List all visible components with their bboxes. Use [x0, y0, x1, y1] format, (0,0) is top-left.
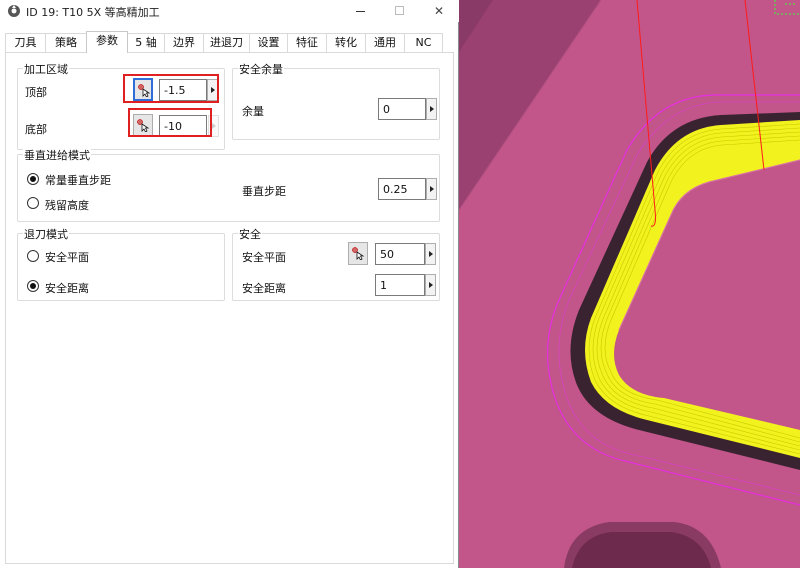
pick-cursor-icon [352, 247, 365, 260]
radio-safe-distance[interactable] [27, 280, 39, 292]
safe-distance-label: 安全距离 [242, 282, 286, 295]
tab-strategy[interactable]: 策略 [45, 33, 87, 53]
tab-bar: 刀具 策略 参数 5 轴 边界 进退刀 设置 特征 转化 通用 NC [5, 31, 454, 53]
tab-label: 特征 [296, 36, 318, 49]
tab-label: NC [415, 36, 432, 49]
tab-label: 设置 [257, 36, 280, 49]
safe-plane-pick-button[interactable] [348, 242, 368, 265]
machining-area-legend: 加工区域 [23, 61, 69, 77]
vertical-feed-legend: 垂直进给模式 [23, 147, 91, 163]
retract-mode-group: 退刀模式 安全平面 安全距离 [17, 226, 225, 301]
app-icon [8, 5, 20, 17]
retract-mode-legend: 退刀模式 [23, 226, 69, 242]
safe-plane-spin-button[interactable] [425, 243, 436, 265]
bottom-label: 底部 [25, 123, 47, 136]
tab-general[interactable]: 通用 [365, 33, 405, 53]
maximize-button[interactable] [385, 0, 415, 22]
operation-dialog: ID 19: T10 5X 等高精加工 ✕ 刀具 策略 参数 5 轴 边界 进退… [0, 0, 459, 568]
tab-label: 参数 [96, 34, 118, 47]
tab-lead-in-out[interactable]: 进退刀 [203, 33, 250, 53]
safe-distance-input[interactable] [376, 275, 424, 295]
vertical-step-input[interactable] [379, 179, 425, 199]
allowance-input[interactable] [379, 99, 425, 119]
tab-label: 刀具 [14, 36, 37, 49]
minimize-button[interactable] [346, 0, 376, 22]
allowance-label: 余量 [242, 105, 264, 118]
radio-safe-plane[interactable] [27, 250, 39, 262]
vertical-step-label: 垂直步距 [242, 185, 286, 198]
tab-label: 通用 [374, 36, 396, 49]
tab-boundary[interactable]: 边界 [164, 33, 204, 53]
safe-plane-input[interactable] [376, 244, 424, 264]
radio-constant-step[interactable] [27, 173, 39, 185]
tab-label: 5 轴 [135, 36, 157, 49]
close-icon: ✕ [433, 4, 445, 18]
vertical-step-spin-button[interactable] [426, 178, 437, 200]
safety-group: 安全 安全平面 安全距离 [232, 226, 440, 301]
tab-parameters[interactable]: 参数 [86, 31, 128, 53]
tab-5-axis[interactable]: 5 轴 [127, 33, 165, 53]
radio-scallop-height[interactable] [27, 197, 39, 209]
safe-distance-spin-button[interactable] [425, 274, 436, 296]
constant-step-label: 常量垂直步距 [45, 174, 111, 187]
highlight-box-bottom [128, 108, 212, 137]
3d-viewport[interactable] [458, 0, 800, 568]
safety-legend: 安全 [238, 226, 262, 242]
allowance-field[interactable] [378, 98, 426, 120]
tab-label: 策略 [55, 36, 77, 49]
highlight-box-top [123, 74, 219, 103]
window-title: ID 19: T10 5X 等高精加工 [26, 6, 160, 19]
safe-distance-field[interactable] [375, 274, 425, 296]
tab-settings[interactable]: 设置 [249, 33, 288, 53]
allowance-spin-button[interactable] [426, 98, 437, 120]
tab-nc[interactable]: NC [404, 33, 443, 53]
title-bar[interactable]: ID 19: T10 5X 等高精加工 ✕ [0, 0, 459, 22]
retract-safe-plane-label: 安全平面 [45, 251, 89, 264]
toolpath-render [458, 0, 800, 568]
tab-label: 转化 [335, 36, 357, 49]
minimize-icon [356, 11, 365, 12]
tab-label: 边界 [173, 36, 195, 49]
close-button[interactable]: ✕ [424, 0, 454, 22]
safe-plane-field[interactable] [375, 243, 425, 265]
scallop-height-label: 残留高度 [45, 199, 89, 212]
tab-features[interactable]: 特征 [287, 33, 327, 53]
vertical-feed-group: 垂直进给模式 常量垂直步距 残留高度 垂直步距 [17, 147, 440, 222]
safe-plane-label: 安全平面 [242, 251, 286, 264]
maximize-icon [395, 6, 404, 15]
top-label: 顶部 [25, 86, 47, 99]
tab-transform[interactable]: 转化 [326, 33, 366, 53]
parameters-panel: 加工区域 顶部 底部 [5, 52, 454, 564]
vertical-step-field[interactable] [378, 178, 426, 200]
safety-allowance-legend: 安全余量 [238, 61, 284, 77]
retract-safe-distance-label: 安全距离 [45, 282, 89, 295]
tab-tool[interactable]: 刀具 [5, 33, 46, 53]
tab-label: 进退刀 [210, 36, 243, 49]
safety-allowance-group: 安全余量 余量 [232, 61, 440, 140]
